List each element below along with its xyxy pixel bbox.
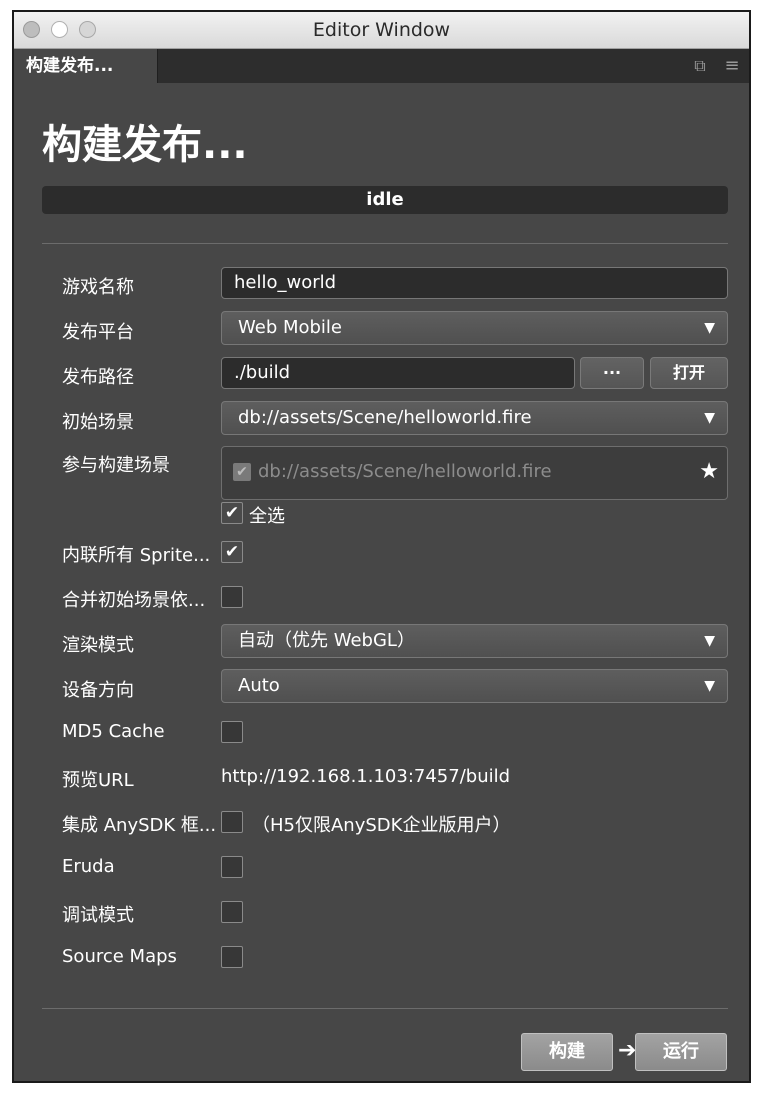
render-mode-select[interactable]: 自动（优先 WebGL） ▼ <box>221 624 728 658</box>
inline-sprite-checkbox[interactable]: ✔ <box>221 541 243 563</box>
chevron-down-icon: ▼ <box>704 678 715 694</box>
scene-item-checkbox[interactable]: ✔ <box>233 463 251 481</box>
render-mode-label: 渲染模式 <box>62 635 134 656</box>
tab-build-publish[interactable]: 构建发布... <box>14 49 158 83</box>
build-button[interactable]: 构建 <box>521 1033 613 1071</box>
orientation-value: Auto <box>238 675 280 696</box>
build-path-input[interactable]: ./build <box>221 357 575 389</box>
md5-cache-label: MD5 Cache <box>62 721 165 742</box>
window-title: Editor Window <box>312 19 451 41</box>
open-path-button[interactable]: 打开 <box>650 357 728 389</box>
platform-value: Web Mobile <box>238 317 343 338</box>
md5-cache-checkbox[interactable] <box>221 721 243 743</box>
select-all-label: 全选 <box>249 506 285 527</box>
tab-bar: 构建发布... ⧉ ≡ <box>14 49 749 83</box>
select-all-checkbox[interactable]: ✔ <box>221 502 243 524</box>
top-divider <box>42 243 728 244</box>
platform-label: 发布平台 <box>62 322 134 343</box>
scene-list: ✔ db://assets/Scene/helloworld.fire ★ <box>221 446 728 500</box>
orientation-select[interactable]: Auto ▼ <box>221 669 728 703</box>
preview-url-label: 预览URL <box>62 770 134 791</box>
scene-item-path: db://assets/Scene/helloworld.fire <box>258 461 552 482</box>
source-maps-label: Source Maps <box>62 946 177 967</box>
merge-start-scene-label: 合并初始场景依... <box>62 590 206 611</box>
platform-select[interactable]: Web Mobile ▼ <box>221 311 728 345</box>
bottom-divider <box>42 1008 728 1009</box>
anysdk-checkbox[interactable] <box>221 811 243 833</box>
anysdk-note: （H5仅限AnySDK企业版用户） <box>252 815 511 836</box>
start-scene-label: 初始场景 <box>62 412 134 433</box>
start-scene-value: db://assets/Scene/helloworld.fire <box>238 407 532 428</box>
chevron-down-icon: ▼ <box>704 320 715 336</box>
chevron-down-icon: ▼ <box>704 633 715 649</box>
panel-title: 构建发布... <box>42 122 248 168</box>
debug-mode-checkbox[interactable] <box>221 901 243 923</box>
eruda-label: Eruda <box>62 856 115 877</box>
eruda-checkbox[interactable] <box>221 856 243 878</box>
editor-window: Editor Window 构建发布... ⧉ ≡ 构建发布... idle 游… <box>12 10 751 1083</box>
preview-url-value[interactable]: http://192.168.1.103:7457/build <box>221 766 510 787</box>
title-bar: Editor Window <box>14 12 749 49</box>
build-path-label: 发布路径 <box>62 367 134 388</box>
orientation-label: 设备方向 <box>62 680 134 701</box>
merge-start-scene-checkbox[interactable] <box>221 586 243 608</box>
build-status-bar: idle <box>42 186 728 214</box>
inline-sprite-label: 内联所有 Sprite... <box>62 545 211 566</box>
arrow-right-icon: ➔ <box>618 1038 637 1063</box>
included-scenes-label: 参与构建场景 <box>62 455 170 476</box>
game-name-label: 游戏名称 <box>62 277 134 298</box>
game-name-input[interactable]: hello_world <box>221 267 728 299</box>
browse-path-button[interactable]: ··· <box>580 357 644 389</box>
source-maps-checkbox[interactable] <box>221 946 243 968</box>
debug-mode-label: 调试模式 <box>62 905 134 926</box>
star-icon[interactable]: ★ <box>699 459 719 484</box>
chevron-down-icon: ▼ <box>704 410 715 426</box>
start-scene-select[interactable]: db://assets/Scene/helloworld.fire ▼ <box>221 401 728 435</box>
run-button[interactable]: 运行 <box>635 1033 727 1071</box>
menu-icon[interactable]: ≡ <box>723 57 741 75</box>
anysdk-label: 集成 AnySDK 框... <box>62 815 217 836</box>
popout-icon[interactable]: ⧉ <box>691 57 709 75</box>
render-mode-value: 自动（优先 WebGL） <box>238 630 415 651</box>
